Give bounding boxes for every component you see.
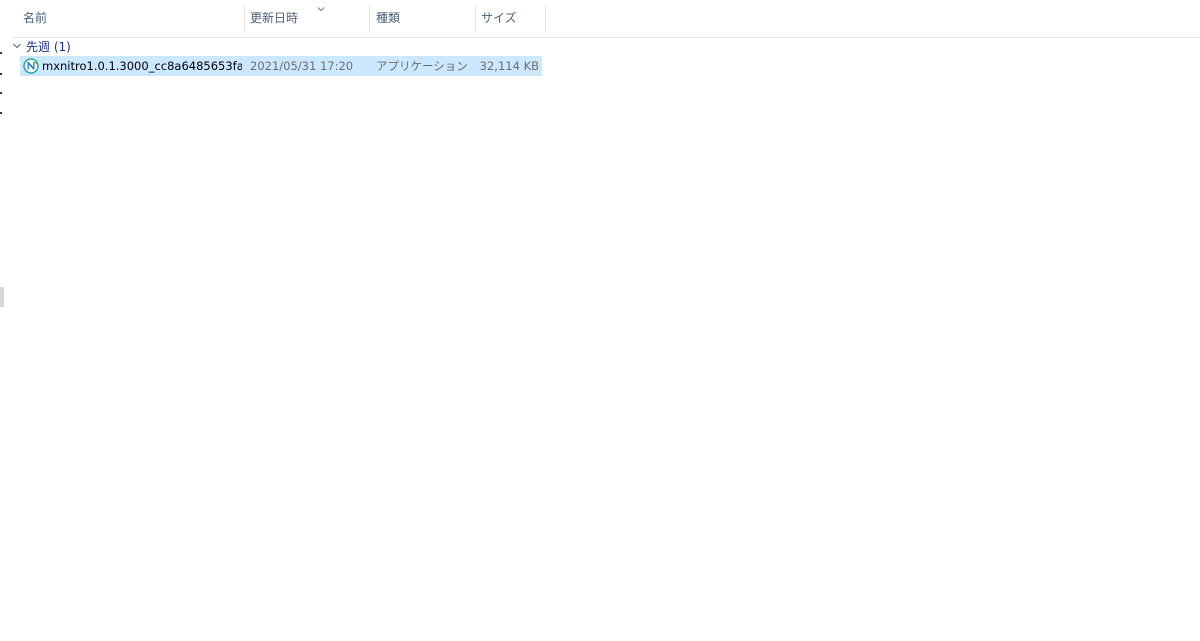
column-header-bar: 名前 更新日時 種類 サイズ bbox=[14, 0, 1200, 38]
column-divider[interactable] bbox=[545, 6, 546, 33]
column-header-name[interactable]: 名前 bbox=[23, 0, 243, 37]
file-size: 32,114 KB bbox=[479, 59, 539, 73]
column-divider[interactable] bbox=[369, 6, 370, 33]
tree-marker bbox=[0, 112, 2, 114]
sort-descending-icon bbox=[317, 7, 325, 12]
tree-marker bbox=[0, 52, 2, 54]
tree-marker bbox=[0, 73, 2, 75]
pane-splitter[interactable] bbox=[0, 287, 4, 307]
column-header-date-modified[interactable]: 更新日時 bbox=[250, 0, 368, 37]
file-row[interactable]: mxnitro1.0.1.3000_cc8a6485653fa5a52ba...… bbox=[20, 56, 542, 76]
navigation-pane-edge bbox=[0, 0, 7, 641]
file-name: mxnitro1.0.1.3000_cc8a6485653fa5a52ba... bbox=[42, 59, 242, 73]
column-divider[interactable] bbox=[244, 6, 245, 33]
column-header-type[interactable]: 種類 bbox=[376, 0, 476, 37]
group-header-last-week[interactable]: 先週 (1) bbox=[12, 38, 71, 54]
column-header-size[interactable]: サイズ bbox=[481, 0, 541, 37]
application-icon bbox=[23, 58, 39, 74]
column-divider[interactable] bbox=[475, 6, 476, 33]
file-date-modified: 2021/05/31 17:20 bbox=[250, 59, 354, 73]
group-label: 先週 (1) bbox=[26, 39, 71, 54]
tree-marker bbox=[0, 92, 2, 94]
chevron-down-icon[interactable] bbox=[12, 41, 22, 51]
